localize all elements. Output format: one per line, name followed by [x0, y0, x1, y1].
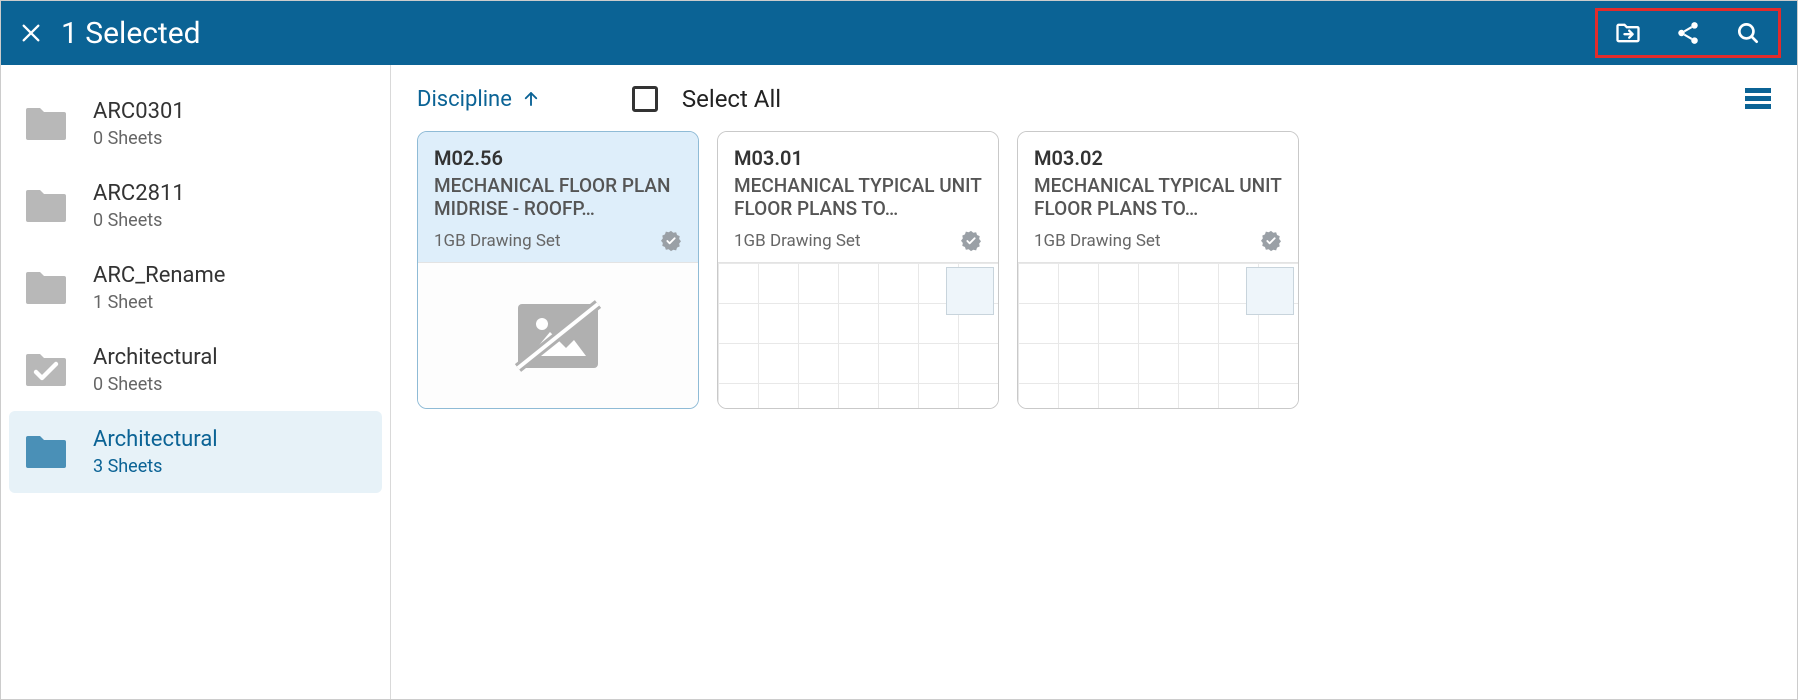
folder-sidebar: ARC0301 0 Sheets ARC2811 0 Sheets ARC_Re… [1, 65, 391, 699]
search-icon[interactable] [1732, 17, 1764, 49]
folder-icon [21, 185, 71, 227]
select-all-checkbox[interactable] [632, 86, 658, 112]
sheet-card[interactable]: M02.56 MECHANICAL FLOOR PLAN MIDRISE - R… [417, 131, 699, 409]
sort-label: Discipline [417, 87, 512, 112]
folder-name: ARC2811 [93, 181, 185, 206]
sheet-title: MECHANICAL TYPICAL UNIT FLOOR PLANS TO… [1034, 174, 1282, 222]
main-content: Discipline Select All M02.56 MECHANICAL … [391, 65, 1797, 699]
select-all-label: Select All [682, 85, 781, 113]
main-toolbar: Discipline Select All [417, 85, 1771, 113]
sheet-id: M03.01 [734, 146, 982, 170]
sheet-set: 1GB Drawing Set [434, 231, 561, 251]
no-image-icon [508, 296, 608, 376]
folder-item[interactable]: ARC_Rename 1 Sheet [9, 247, 382, 329]
verified-badge-icon [960, 230, 982, 252]
verified-badge-icon [1260, 230, 1282, 252]
folder-count: 3 Sheets [93, 456, 218, 477]
folder-name: ARC0301 [93, 99, 185, 124]
selection-title: 1 Selected [61, 16, 1595, 51]
folder-name: ARC_Rename [93, 263, 225, 288]
selection-header: 1 Selected [1, 1, 1797, 65]
header-actions [1595, 8, 1781, 58]
arrow-up-icon [522, 90, 540, 108]
folder-icon [21, 267, 71, 309]
sort-control[interactable]: Discipline [417, 87, 540, 112]
folder-item[interactable]: ARC0301 0 Sheets [9, 83, 382, 165]
folder-count: 1 Sheet [93, 292, 225, 313]
sheet-id: M03.02 [1034, 146, 1282, 170]
sheet-thumbnail [718, 262, 998, 408]
folder-name: Architectural [93, 427, 218, 452]
sheet-card[interactable]: M03.01 MECHANICAL TYPICAL UNIT FLOOR PLA… [717, 131, 999, 409]
folder-count: 0 Sheets [93, 374, 218, 395]
sheet-thumbnail [1018, 262, 1298, 408]
folder-icon [21, 431, 71, 473]
sheet-thumbnail-missing [418, 262, 698, 408]
share-icon[interactable] [1672, 17, 1704, 49]
folder-count: 0 Sheets [93, 128, 185, 149]
sheet-set: 1GB Drawing Set [1034, 231, 1161, 251]
folder-count: 0 Sheets [93, 210, 185, 231]
sheet-title: MECHANICAL FLOOR PLAN MIDRISE - ROOFP… [434, 174, 682, 222]
close-icon[interactable] [17, 19, 45, 47]
folder-item-active[interactable]: Architectural 3 Sheets [9, 411, 382, 493]
sheet-set: 1GB Drawing Set [734, 231, 861, 251]
folder-item[interactable]: ARC2811 0 Sheets [9, 165, 382, 247]
sheet-id: M02.56 [434, 146, 682, 170]
sheet-card[interactable]: M03.02 MECHANICAL TYPICAL UNIT FLOOR PLA… [1017, 131, 1299, 409]
sheet-title: MECHANICAL TYPICAL UNIT FLOOR PLANS TO… [734, 174, 982, 222]
move-to-folder-icon[interactable] [1612, 17, 1644, 49]
sheet-cards: M02.56 MECHANICAL FLOOR PLAN MIDRISE - R… [417, 131, 1771, 409]
folder-checked-icon [21, 349, 71, 391]
folder-icon [21, 103, 71, 145]
folder-item-checked[interactable]: Architectural 0 Sheets [9, 329, 382, 411]
verified-badge-icon [660, 230, 682, 252]
folder-name: Architectural [93, 345, 218, 370]
list-view-toggle-icon[interactable] [1745, 88, 1771, 110]
